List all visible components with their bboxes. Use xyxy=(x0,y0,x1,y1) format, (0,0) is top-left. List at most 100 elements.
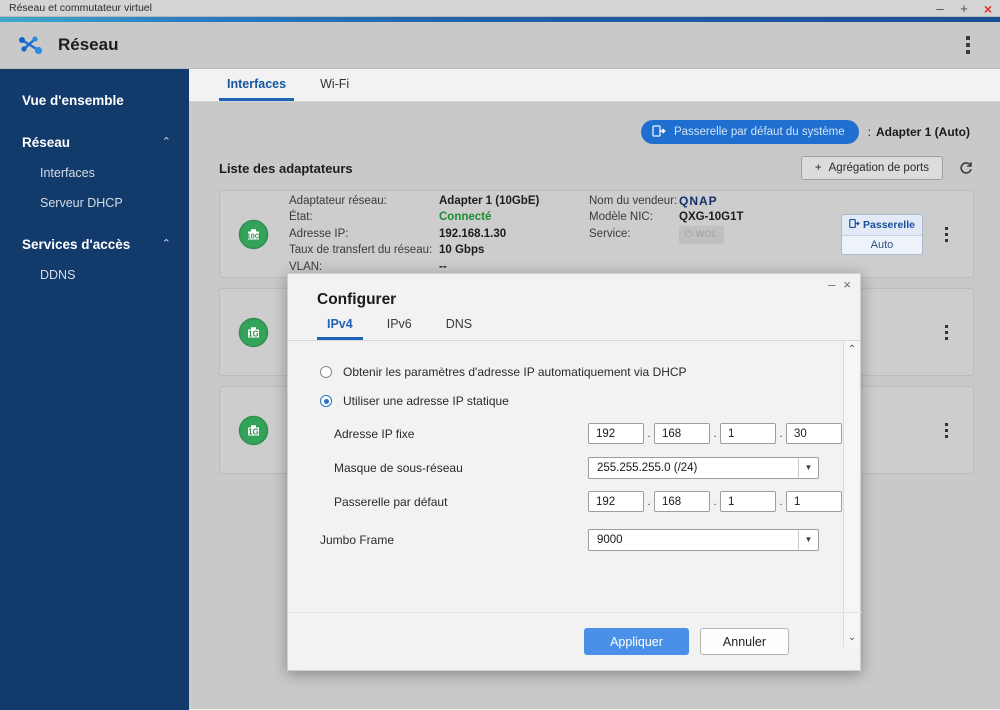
jumbo-frame-row: Jumbo Frame 9000 ▼ xyxy=(288,525,860,554)
detail-key: Modèle NIC: xyxy=(589,211,653,224)
fixed-ip-octet-3[interactable]: 1 xyxy=(720,423,776,444)
system-gateway-row: Passerelle par défaut du système : Adapt… xyxy=(189,102,1000,144)
detail-key: Adaptateur réseau: xyxy=(289,194,387,207)
detail-value: 192.168.1.30 xyxy=(439,227,507,240)
app-header: Réseau xyxy=(0,22,1000,69)
fixed-ip-input-group: 192 . 168 . 1 . 30 xyxy=(588,423,842,444)
tab-ipv4[interactable]: IPv4 xyxy=(317,317,363,340)
chevron-up-icon: ⌃ xyxy=(161,238,171,250)
adapter-gateway-mode: Auto xyxy=(842,235,922,254)
wol-label: WOL xyxy=(695,228,718,240)
sidebar-item-ddns[interactable]: DDNS xyxy=(0,260,189,290)
subnet-mask-select[interactable]: 255.255.255.0 (/24) ▼ xyxy=(588,456,819,479)
sidebar-group-label: Réseau xyxy=(22,135,71,150)
fixed-ip-label: Adresse IP fixe xyxy=(334,426,415,441)
fixed-ip-octet-4[interactable]: 30 xyxy=(786,423,842,444)
radio-dhcp[interactable] xyxy=(320,366,332,378)
window-controls: – + × xyxy=(928,0,1000,17)
kebab-menu-icon[interactable] xyxy=(937,324,955,340)
svg-text:10G: 10G xyxy=(247,231,261,240)
gateway-icon xyxy=(849,218,860,232)
default-gateway-row: Passerelle par défaut 192 . 168 . 1 . 1 xyxy=(288,487,860,516)
radio-static-ip[interactable] xyxy=(320,395,332,407)
chevron-down-icon: ▼ xyxy=(798,529,818,550)
radio-dhcp-row[interactable]: Obtenir les paramètres d'adresse IP auto… xyxy=(288,359,860,385)
apply-button[interactable]: Appliquer xyxy=(584,628,689,655)
fixed-ip-octet-2[interactable]: 168 xyxy=(654,423,710,444)
dialog-title: Configurer xyxy=(317,291,397,308)
nic-speed-icon: 1G xyxy=(238,317,269,348)
subnet-mask-row: Masque de sous-réseau 255.255.255.0 (/24… xyxy=(288,453,860,482)
adapter-list-actions: + Agrégation de ports xyxy=(800,156,974,180)
jumbo-frame-label: Jumbo Frame xyxy=(320,532,395,547)
dialog-scrollbar[interactable]: ⌃ ⌄ xyxy=(843,341,860,647)
scroll-up-icon[interactable]: ⌃ xyxy=(848,344,856,355)
svg-text:1G: 1G xyxy=(248,427,258,436)
close-button[interactable]: × xyxy=(976,0,1000,17)
window-titlebar: Réseau et commutateur virtuel – + × xyxy=(0,0,1000,17)
detail-key: Service: xyxy=(589,227,631,240)
ip-dot: . xyxy=(647,427,651,440)
fixed-ip-octet-1[interactable]: 192 xyxy=(588,423,644,444)
sidebar-item-dhcp-server[interactable]: Serveur DHCP xyxy=(0,188,189,218)
port-aggregation-label: Agrégation de ports xyxy=(828,162,929,174)
radio-static-ip-label: Utiliser une adresse IP statique xyxy=(343,394,509,408)
dialog-body: ⌃ ⌄ Obtenir les paramètres d'adresse IP … xyxy=(288,341,860,647)
minimize-button[interactable]: – xyxy=(928,0,952,17)
kebab-menu-icon[interactable] xyxy=(937,226,955,242)
tab-dns[interactable]: DNS xyxy=(436,317,482,340)
tab-ipv6[interactable]: IPv6 xyxy=(377,317,422,340)
table-row[interactable]: 10G Adaptateur réseau: Adapter 1 (10GbE)… xyxy=(219,190,974,278)
sidebar-item-overview[interactable]: Vue d'ensemble xyxy=(0,85,189,116)
ip-dot: . xyxy=(713,495,717,508)
system-default-gateway-button[interactable]: Passerelle par défaut du système xyxy=(640,120,859,144)
status-badge: Connecté xyxy=(439,211,492,224)
sidebar-group-network[interactable]: Réseau ⌃ xyxy=(0,127,189,158)
dialog-close-button[interactable]: × xyxy=(843,278,851,291)
configure-dialog: – × Configurer IPv4 IPv6 DNS ⌃ ⌄ Obtenir… xyxy=(287,273,862,671)
adapter-gateway-button[interactable]: Passerelle Auto xyxy=(841,213,923,255)
subnet-mask-label: Masque de sous-réseau xyxy=(334,460,463,475)
cancel-button[interactable]: Annuler xyxy=(699,628,789,655)
chevron-down-icon: ▼ xyxy=(798,457,818,478)
tab-wifi[interactable]: Wi-Fi xyxy=(312,77,357,101)
ip-dot: . xyxy=(779,495,783,508)
qnap-logo: QNAP xyxy=(679,193,718,208)
dialog-window-controls: – × xyxy=(828,278,851,291)
window-title: Réseau et commutateur virtuel xyxy=(9,2,152,14)
gateway-octet-4[interactable]: 1 xyxy=(786,491,842,512)
sidebar-group-label: Services d'accès xyxy=(22,237,131,252)
maximize-button[interactable]: + xyxy=(952,0,976,17)
gateway-octet-3[interactable]: 1 xyxy=(720,491,776,512)
dialog-minimize-button[interactable]: – xyxy=(828,278,835,291)
radio-dhcp-label: Obtenir les paramètres d'adresse IP auto… xyxy=(343,365,687,379)
plus-icon: + xyxy=(814,162,822,174)
kebab-menu-icon[interactable] xyxy=(937,422,955,438)
tab-bar: Interfaces Wi-Fi xyxy=(189,69,1000,102)
jumbo-frame-select[interactable]: 9000 ▼ xyxy=(588,528,819,551)
system-gateway-label: Passerelle par défaut du système xyxy=(673,126,845,138)
detail-key: Nom du vendeur: xyxy=(589,194,678,207)
radio-static-row[interactable]: Utiliser une adresse IP statique xyxy=(288,388,860,414)
sidebar-item-interfaces[interactable]: Interfaces xyxy=(0,158,189,188)
adapter-list-title: Liste des adaptateurs xyxy=(219,160,353,176)
sidebar-item-label: DDNS xyxy=(40,268,76,282)
detail-value: 10 Gbps xyxy=(439,244,485,257)
refresh-icon[interactable] xyxy=(956,159,974,177)
tab-interfaces[interactable]: Interfaces xyxy=(219,77,295,101)
detail-vendor-name: Nom du vendeur: QNAP xyxy=(589,193,804,210)
sidebar-group-access-services[interactable]: Services d'accès ⌃ xyxy=(0,229,189,260)
kebab-menu-icon[interactable] xyxy=(958,34,978,56)
fixed-ip-row: Adresse IP fixe 192 . 168 . 1 . 30 xyxy=(288,419,860,448)
nic-speed-icon: 1G xyxy=(238,415,269,446)
power-icon: ⏻ xyxy=(685,228,693,240)
detail-network-adapter: Adaptateur réseau: Adapter 1 (10GbE) xyxy=(289,193,589,210)
adapter-gateway-label: Passerelle xyxy=(863,218,915,231)
detail-ip-address: Adresse IP: 192.168.1.30 xyxy=(289,226,589,243)
detail-key: Adresse IP: xyxy=(289,227,349,240)
gateway-octet-2[interactable]: 168 xyxy=(654,491,710,512)
sidebar-item-label: Interfaces xyxy=(40,166,95,180)
detail-transfer-rate: Taux de transfert du réseau: 10 Gbps xyxy=(289,242,589,259)
gateway-octet-1[interactable]: 192 xyxy=(588,491,644,512)
port-aggregation-button[interactable]: + Agrégation de ports xyxy=(800,156,943,180)
